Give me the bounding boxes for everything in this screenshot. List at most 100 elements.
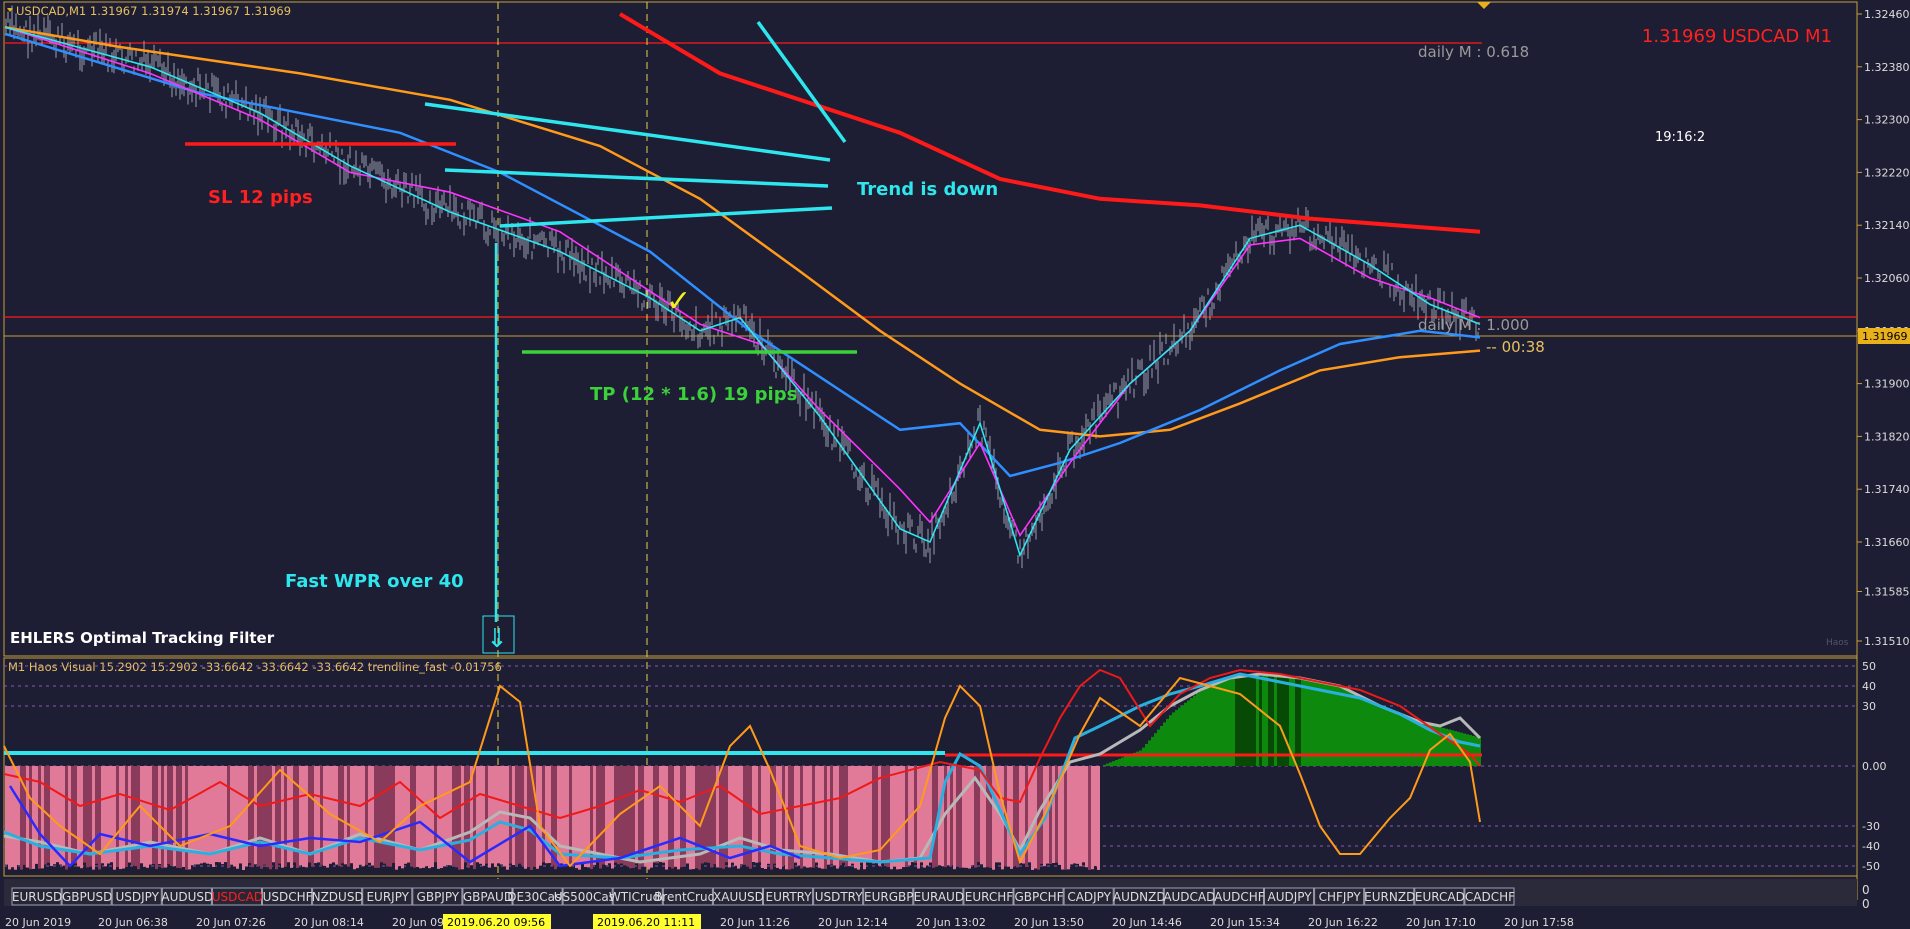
histogram-bar [1250, 675, 1253, 766]
indicator-tick-label: 40 [1862, 680, 1876, 693]
tab-nzdusd[interactable]: NZDUSD [312, 887, 364, 906]
tab-eurchf[interactable]: EURCHF [963, 887, 1014, 906]
tab-eurtry[interactable]: EURTRY [763, 887, 814, 906]
histogram-bar [1073, 766, 1076, 864]
histogram-bar [263, 766, 266, 865]
tab-eurjpy[interactable]: EURJPY [362, 887, 413, 906]
histogram-bar [275, 766, 278, 870]
price-tick-label: 1.32220 [1864, 166, 1910, 179]
histogram-bar [392, 766, 395, 863]
histogram-bar [1103, 764, 1106, 766]
tab-label: GBPUSD [62, 890, 112, 904]
tab-label: EURCHF [965, 890, 1014, 904]
histogram-bar [1010, 766, 1013, 869]
price-tick-label: 1.32140 [1864, 219, 1910, 232]
histogram-bar [257, 766, 260, 867]
histogram-bar [731, 766, 734, 863]
down-arrow-icon: ⇓ [486, 624, 508, 654]
histogram-bar [962, 766, 965, 868]
histogram-bar [626, 766, 629, 867]
histogram-bar [1319, 681, 1322, 766]
histogram-bar [1124, 756, 1127, 766]
tab-euraud[interactable]: EURAUD [913, 887, 964, 906]
histogram-bar [653, 766, 656, 863]
histogram-bar [1148, 740, 1151, 766]
tab-gbpaud[interactable]: GBPAUD [462, 887, 513, 906]
tab-usdchf[interactable]: USDCHF [262, 887, 313, 906]
histogram-bar [125, 766, 128, 868]
tab-eurcad[interactable]: EURCAD [1414, 887, 1465, 906]
tab-label: GBPAUD [463, 890, 513, 904]
histogram-bar [1097, 766, 1100, 870]
histogram-bar [1178, 707, 1181, 766]
histogram-bar [1385, 708, 1388, 766]
histogram-bar [1406, 716, 1409, 766]
tab-audusd[interactable]: AUDUSD [161, 887, 213, 906]
histogram-bar [476, 766, 479, 863]
histogram-bar [593, 766, 596, 865]
histogram-bar [1106, 763, 1109, 766]
histogram-bar [1109, 762, 1112, 766]
tab-label: AUDJPY [1268, 890, 1313, 904]
tab-label: EURTRY [766, 890, 813, 904]
tab-cadjpy[interactable]: CADJPY [1063, 887, 1114, 906]
histogram-bar [869, 766, 872, 863]
histogram-bar [254, 766, 257, 865]
histogram-bar [215, 766, 218, 863]
histogram-bar [1172, 712, 1175, 766]
tab-audchf[interactable]: AUDCHF [1213, 887, 1265, 906]
histogram-bar [851, 766, 854, 864]
tab-axis-bottom: 0 [1862, 897, 1870, 911]
time-tick-label: 20 Jun 09 [392, 916, 444, 929]
histogram-bar [389, 766, 392, 867]
indicator-tick-label: -30 [1862, 820, 1880, 833]
histogram-bar [1085, 766, 1088, 868]
indicator-tick-label: 50 [1862, 660, 1876, 673]
histogram-bar [833, 766, 836, 866]
tab-audjpy[interactable]: AUDJPY [1264, 887, 1315, 906]
tab-label: GBPJPY [417, 890, 460, 904]
histogram-bar [170, 766, 173, 866]
histogram-bar [1259, 674, 1262, 766]
histogram-bar [335, 766, 338, 865]
tab-cadchf[interactable]: CADCHF [1464, 887, 1515, 906]
histogram-bar [428, 766, 431, 869]
tab-audnzd[interactable]: AUDNZD [1113, 887, 1166, 906]
histogram-bar [1052, 766, 1055, 864]
histogram-bar [473, 766, 476, 870]
histogram-bar [902, 766, 905, 868]
tab-gbpchf[interactable]: GBPCHF [1013, 887, 1064, 906]
tab-eurgbp[interactable]: EURGBP [863, 887, 914, 906]
histogram-bar [1313, 680, 1316, 766]
chart-window: ⇓ USDCAD,M1 1.31967 1.31974 1.31967 1.31… [0, 0, 1910, 929]
histogram-bar [1127, 755, 1130, 766]
histogram-bar [1394, 711, 1397, 766]
tab-usdtry[interactable]: USDTRY [813, 887, 864, 906]
tab-xauusd[interactable]: XAUUSD [712, 887, 764, 906]
histogram-bar [1472, 735, 1475, 766]
histogram-bar [14, 766, 17, 870]
tab-gbpusd[interactable]: GBPUSD [61, 887, 112, 906]
indicator-header: M1 Haos Visual 15.2902 15.2902 -33.6642 … [8, 660, 502, 674]
histogram-bar [1079, 766, 1082, 867]
histogram-bar [992, 766, 995, 870]
tab-eurusd[interactable]: EURUSD [11, 887, 62, 906]
histogram-bar [377, 766, 380, 868]
tab-chfjpy[interactable]: CHFJPY [1314, 887, 1365, 906]
tab-audcad[interactable]: AUDCAD [1163, 887, 1215, 906]
histogram-bar [1241, 676, 1244, 766]
histogram-bar [158, 766, 161, 864]
histogram-bar [605, 766, 608, 866]
tab-usdjpy[interactable]: USDJPY [111, 887, 162, 906]
histogram-bar [1388, 709, 1391, 766]
tab-usdcad[interactable]: USDCAD [212, 887, 263, 906]
histogram-bar [8, 766, 11, 870]
histogram-bar [44, 766, 47, 865]
histogram-bar [206, 766, 209, 864]
tab-gbpjpy[interactable]: GBPJPY [412, 887, 463, 906]
daily-m-0618-label: daily M : 0.618 [1418, 43, 1529, 61]
histogram-bar [380, 766, 383, 863]
chart-header: USDCAD,M1 1.31967 1.31974 1.31967 1.3196… [16, 4, 291, 18]
histogram-bar [1376, 704, 1379, 766]
tab-eurnzd[interactable]: EURNZD [1364, 887, 1415, 906]
